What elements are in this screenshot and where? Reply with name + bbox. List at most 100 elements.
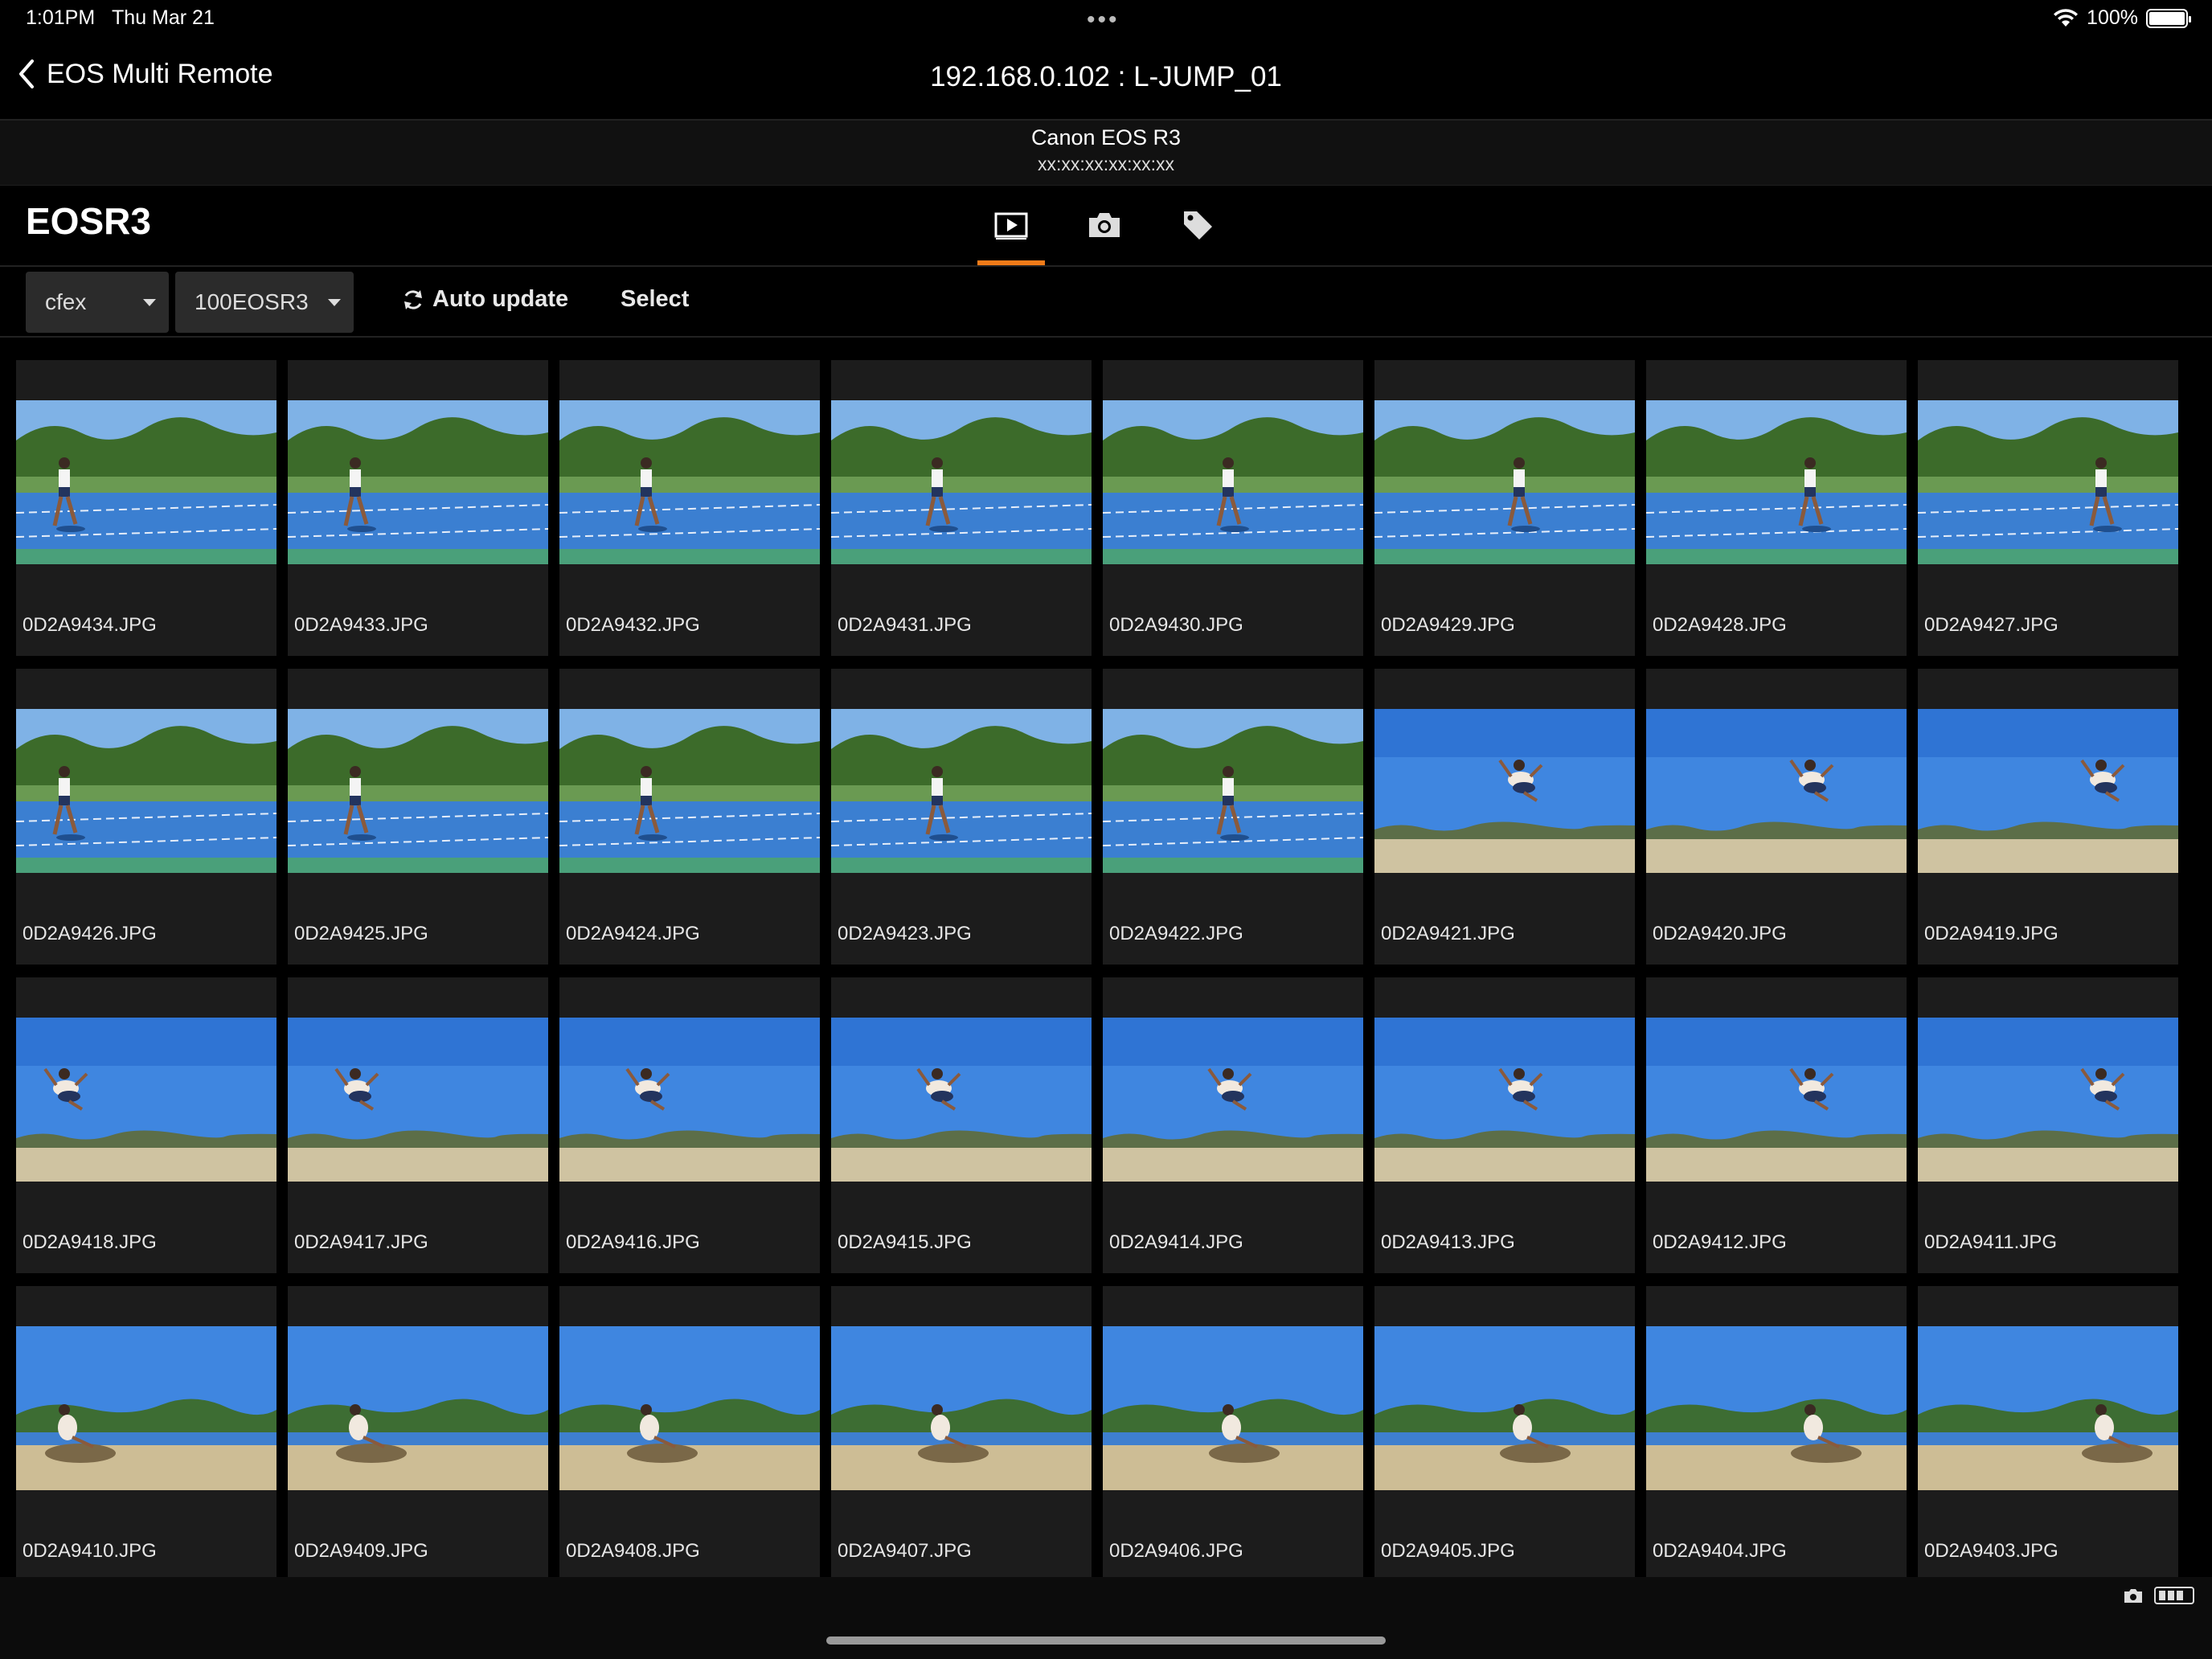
thumbnail-cell[interactable]: 0D2A9427.JPG [1918,360,2178,656]
thumbnail-image [559,1018,820,1182]
status-bar: 1:01PM Thu Mar 21 ••• 100% [0,0,2212,39]
photo-scene [1103,1018,1363,1182]
thumbnail-image [831,1326,1092,1490]
thumbnail-filename: 0D2A9408.JPG [566,1540,700,1562]
thumbnail-cell[interactable]: 0D2A9410.JPG [16,1286,276,1582]
thumbnail-filename: 0D2A9420.JPG [1653,923,1787,944]
thumbnail-filename: 0D2A9434.JPG [23,614,157,636]
caret-down-icon [143,299,156,306]
thumbnail-image [1646,709,1907,873]
thumbnail-cell[interactable]: 0D2A9426.JPG [16,669,276,965]
thumbnail-filename: 0D2A9409.JPG [294,1540,428,1562]
device-name: EOSR3 [26,200,151,242]
photo-scene [559,1326,820,1490]
thumbnail-filename: 0D2A9406.JPG [1109,1540,1243,1562]
folder-select[interactable]: 100EOSR3 [175,272,354,333]
photo-scene [1918,400,2178,564]
photo-scene [1374,400,1635,564]
photo-scene [1646,709,1907,873]
thumbnail-image [831,400,1092,564]
refresh-icon [404,289,422,309]
thumbnail-cell[interactable]: 0D2A9420.JPG [1646,669,1907,965]
thumbnail-cell[interactable]: 0D2A9415.JPG [831,977,1092,1273]
thumbnail-filename: 0D2A9412.JPG [1653,1231,1787,1253]
photo-scene [559,709,820,873]
thumbnail-filename: 0D2A9413.JPG [1381,1231,1515,1253]
thumbnail-cell[interactable]: 0D2A9419.JPG [1918,669,2178,965]
photo-scene [559,1018,820,1182]
thumbnail-cell[interactable]: 0D2A9432.JPG [559,360,820,656]
status-right: 100% [2053,6,2191,30]
thumbnail-cell[interactable]: 0D2A9406.JPG [1103,1286,1363,1582]
thumbnail-filename: 0D2A9421.JPG [1381,923,1515,944]
thumbnail-filename: 0D2A9415.JPG [838,1231,972,1253]
thumbnail-image [559,709,820,873]
thumbnail-cell[interactable]: 0D2A9421.JPG [1374,669,1635,965]
thumbnail-image [1918,1326,2178,1490]
thumbnail-cell[interactable]: 0D2A9434.JPG [16,360,276,656]
select-button[interactable]: Select [621,286,689,313]
thumbnail-filename: 0D2A9411.JPG [1924,1231,2057,1253]
thumbnail-image [288,1326,548,1490]
thumbnail-cell[interactable]: 0D2A9416.JPG [559,977,820,1273]
thumbnail-cell[interactable]: 0D2A9431.JPG [831,360,1092,656]
photo-scene [1646,400,1907,564]
thumbnail-filename: 0D2A9426.JPG [23,923,157,944]
photo-scene [288,1018,548,1182]
thumbnail-cell[interactable]: 0D2A9405.JPG [1374,1286,1635,1582]
thumbnail-cell[interactable]: 0D2A9413.JPG [1374,977,1635,1273]
thumbnail-filename: 0D2A9404.JPG [1653,1540,1787,1562]
thumbnail-cell[interactable]: 0D2A9414.JPG [1103,977,1363,1273]
caret-down-icon [328,299,341,306]
multitasking-dots-icon[interactable]: ••• [1087,6,1120,34]
home-indicator[interactable] [826,1636,1386,1645]
thumbnail-cell[interactable]: 0D2A9418.JPG [16,977,276,1273]
photo-scene [1646,1326,1907,1490]
thumbnail-cell[interactable]: 0D2A9403.JPG [1918,1286,2178,1582]
thumbnail-cell[interactable]: 0D2A9411.JPG [1918,977,2178,1273]
camera-model: Canon EOS R3 [1030,125,1182,150]
auto-update-label: Auto update [432,286,569,312]
tab-playback[interactable] [977,185,1045,265]
camera-status [2124,1587,2194,1604]
thumbnail-image [1646,1326,1907,1490]
thumbnail-filename: 0D2A9428.JPG [1653,614,1787,636]
thumbnail-cell[interactable]: 0D2A9409.JPG [288,1286,548,1582]
thumbnail-cell[interactable]: 0D2A9423.JPG [831,669,1092,965]
toolbar: cfex 100EOSR3 Auto update Select [0,267,2212,338]
thumbnail-image [1103,1018,1363,1182]
thumbnail-cell[interactable]: 0D2A9412.JPG [1646,977,1907,1273]
tab-tag[interactable] [1164,185,1231,265]
photo-scene [1374,709,1635,873]
thumbnail-cell[interactable]: 0D2A9425.JPG [288,669,548,965]
thumbnail-image [1374,1018,1635,1182]
photo-scene [288,709,548,873]
thumbnail-filename: 0D2A9432.JPG [566,614,700,636]
nav-bar: EOS Multi Remote 192.168.0.102 : L-JUMP_… [0,39,2212,121]
photo-scene [831,400,1092,564]
thumbnail-cell[interactable]: 0D2A9428.JPG [1646,360,1907,656]
thumbnail-cell[interactable]: 0D2A9433.JPG [288,360,548,656]
tab-camera[interactable] [1071,185,1138,265]
thumbnail-image [1103,1326,1363,1490]
thumbnail-cell[interactable]: 0D2A9422.JPG [1103,669,1363,965]
storage-select[interactable]: cfex [26,272,169,333]
auto-update-button[interactable]: Auto update [400,286,568,313]
photo-scene [1374,1018,1635,1182]
thumbnail-cell[interactable]: 0D2A9404.JPG [1646,1286,1907,1582]
camera-info: Canon EOS R3 xx:xx:xx:xx:xx:xx [0,121,2212,186]
thumbnail-cell[interactable]: 0D2A9408.JPG [559,1286,820,1582]
thumbnail-image [559,1326,820,1490]
thumbnail-cell[interactable]: 0D2A9424.JPG [559,669,820,965]
thumbnail-image [16,1326,276,1490]
thumbnail-cell[interactable]: 0D2A9429.JPG [1374,360,1635,656]
photo-scene [16,709,276,873]
thumbnail-image [16,1018,276,1182]
tag-icon [1184,211,1212,240]
thumbnail-cell[interactable]: 0D2A9407.JPG [831,1286,1092,1582]
thumbnail-image [288,709,548,873]
thumbnail-cell[interactable]: 0D2A9417.JPG [288,977,548,1273]
photo-scene [16,1326,276,1490]
thumbnail-cell[interactable]: 0D2A9430.JPG [1103,360,1363,656]
tab-bar [977,185,1231,265]
